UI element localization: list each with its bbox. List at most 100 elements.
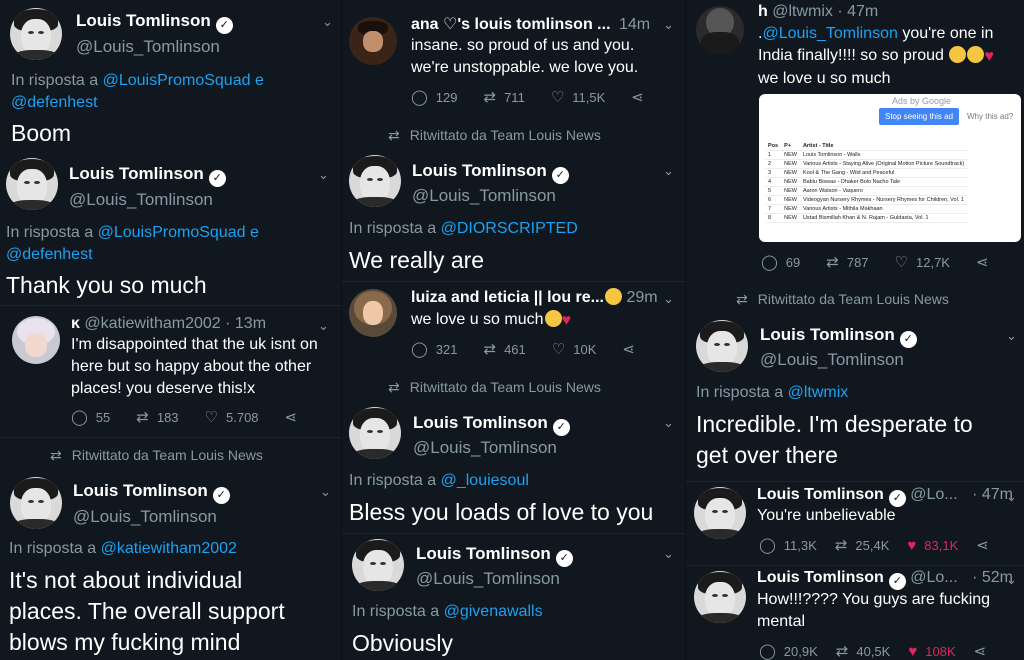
stop-seeing-ad-button[interactable]: Stop seeing this ad (879, 108, 960, 125)
retweet-button[interactable]: ⇄ 787 (826, 253, 868, 271)
avatar[interactable] (352, 539, 404, 591)
tweet-fan-h[interactable]: h @ltwmix · 47m .@Louis_Tomlinson you're… (686, 0, 1024, 282)
chevron-down-icon[interactable]: ⌄ (663, 291, 674, 307)
author-handle[interactable]: @Lo... (910, 486, 957, 503)
reply-link[interactable]: @defenhest (11, 94, 98, 111)
author-handle[interactable]: @Louis_Tomlinson (76, 37, 220, 57)
chevron-down-icon[interactable]: ⌄ (663, 415, 674, 431)
avatar[interactable] (349, 155, 401, 207)
reply-button[interactable]: ◯ 55 (71, 408, 110, 426)
tweet-not-individual[interactable]: Louis Tomlinson ✓ @Louis_Tomlinson ⌄ In r… (0, 474, 341, 660)
author-name[interactable]: luiza and leticia || lou re... (411, 289, 604, 306)
avatar[interactable] (12, 316, 60, 364)
author-handle[interactable]: @Louis_Tomlinson (416, 569, 560, 589)
tweet-fan-katie[interactable]: ĸ @katiewitham2002 · 13m ⌄ I'm disappoin… (0, 306, 341, 436)
chevron-down-icon[interactable]: ⌄ (318, 318, 329, 334)
avatar[interactable] (10, 477, 62, 529)
author-handle[interactable]: @Louis_Tomlinson (760, 350, 904, 370)
tweet-incredible[interactable]: Louis Tomlinson ✓ @Louis_Tomlinson ⌄ In r… (686, 316, 1024, 481)
author-name[interactable]: Louis Tomlinson (757, 486, 884, 503)
tweet-fan-luiza[interactable]: luiza and leticia || lou re... 29m ⌄ we … (342, 282, 685, 372)
tweet-thank-you[interactable]: Louis Tomlinson ✓ @Louis_Tomlinson ⌄ In r… (0, 155, 341, 305)
retweet-button[interactable]: ⇄ 711 (484, 88, 525, 106)
chevron-down-icon[interactable]: ⌄ (1006, 328, 1017, 344)
mention-link[interactable]: @Louis_Tomlinson (762, 25, 897, 42)
reply-link[interactable]: @DIORSCRIPTED (441, 220, 578, 237)
author-name[interactable]: Louis Tomlinson ✓ (76, 11, 233, 34)
tweet-unbelievable[interactable]: Louis Tomlinson ✓ @Lo... · 47m ⌄ You're u… (686, 482, 1024, 564)
chevron-down-icon[interactable]: ⌄ (322, 14, 333, 30)
like-button[interactable]: ♥ 108K (908, 643, 955, 660)
author-name[interactable]: Louis Tomlinson ✓ (413, 413, 570, 436)
share-button[interactable]: ⋖ (976, 536, 997, 554)
tweet-we-really-are[interactable]: Louis Tomlinson ✓ @Louis_Tomlinson ⌄ In r… (342, 151, 685, 281)
reply-button[interactable]: ◯ 69 (761, 253, 800, 271)
tweet-mental[interactable]: Louis Tomlinson ✓ @Lo... · 52m ⌄ How!!!??… (686, 566, 1024, 660)
tweet-fan-ana[interactable]: ana ♡'s louis tomlinson ... 14m ⌄ insane… (342, 0, 685, 122)
retweeted-by[interactable]: ⇄ Ritwittato da Team Louis News (388, 379, 601, 396)
reply-link[interactable]: @_louiesoul (441, 472, 529, 489)
author-name[interactable]: Louis Tomlinson ✓ (416, 544, 573, 567)
retweeted-by[interactable]: ⇄ Ritwittato da Team Louis News (736, 291, 949, 308)
like-button[interactable]: ♡ 10K (552, 340, 597, 358)
share-button[interactable]: ⋖ (974, 642, 995, 660)
reply-button[interactable]: ◯ 321 (411, 340, 458, 358)
avatar[interactable] (694, 487, 746, 539)
retweet-button[interactable]: ⇄ 183 (136, 408, 178, 426)
author-name[interactable]: Louis Tomlinson ✓ (412, 161, 569, 184)
retweet-button[interactable]: ⇄ 461 (484, 340, 526, 358)
avatar[interactable] (694, 571, 746, 623)
reply-button[interactable]: ◯ 20,9K (759, 642, 818, 660)
author-name[interactable]: Louis Tomlinson ✓ (73, 481, 230, 504)
chevron-down-icon[interactable]: ⌄ (318, 167, 329, 183)
author-handle[interactable]: @Lo... (910, 569, 957, 586)
share-button[interactable]: ⋖ (285, 408, 306, 426)
chevron-down-icon[interactable]: ⌄ (663, 163, 674, 179)
like-button[interactable]: ♡ 11,5K (551, 88, 605, 106)
reply-link[interactable]: @LouisPromoSquad e (98, 224, 259, 241)
share-button[interactable]: ⋖ (631, 88, 652, 106)
retweeted-by[interactable]: ⇄ Ritwittato da Team Louis News (50, 447, 263, 464)
like-button[interactable]: ♡ 5.708 (205, 408, 259, 426)
like-button[interactable]: ♡ 12,7K (895, 253, 950, 271)
author-name[interactable]: h (758, 3, 768, 20)
avatar[interactable] (349, 407, 401, 459)
author-name[interactable]: Louis Tomlinson ✓ (760, 325, 917, 348)
chevron-down-icon[interactable]: ⌄ (1006, 572, 1017, 588)
avatar[interactable] (10, 8, 62, 60)
author-name[interactable]: ĸ (71, 315, 80, 332)
reply-link[interactable]: @givenawalls (444, 603, 543, 620)
like-button[interactable]: ♥ 83,1K (907, 537, 958, 554)
author-name[interactable]: ana ♡'s louis tomlinson ... (411, 16, 611, 33)
retweet-button[interactable]: ⇄ 40,5K (836, 642, 891, 660)
reply-link[interactable]: @katiewitham2002 (101, 540, 237, 557)
tweet-time[interactable]: 29m (626, 289, 657, 306)
chevron-down-icon[interactable]: ⌄ (663, 17, 674, 33)
author-handle[interactable]: @Louis_Tomlinson (412, 186, 556, 206)
why-this-ad-link[interactable]: Why this ad? (967, 112, 1013, 121)
avatar[interactable] (349, 289, 397, 337)
author-name[interactable]: Louis Tomlinson ✓ (69, 164, 226, 187)
avatar[interactable] (349, 17, 397, 65)
author-handle[interactable]: @Louis_Tomlinson (69, 190, 213, 210)
author-handle[interactable]: @Louis_Tomlinson (73, 507, 217, 527)
avatar[interactable] (6, 158, 58, 210)
handle-time[interactable]: @ltwmix · 47m (772, 3, 878, 20)
author-handle[interactable]: @Louis_Tomlinson (413, 438, 557, 458)
avatar[interactable] (696, 6, 744, 54)
ad-card[interactable]: Ads by Google Stop seeing this ad Why th… (759, 94, 1021, 242)
retweet-button[interactable]: ⇄ 25,4K (835, 536, 890, 554)
reply-button[interactable]: ◯ 11,3K (759, 536, 817, 554)
reply-link[interactable]: @ltwmix (788, 384, 849, 401)
reply-link[interactable]: @LouisPromoSquad e (103, 72, 264, 89)
tweet-bless-you[interactable]: Louis Tomlinson ✓ @Louis_Tomlinson ⌄ In r… (342, 403, 685, 533)
share-button[interactable]: ⋖ (976, 253, 997, 271)
handle-time[interactable]: @katiewitham2002 · 13m (84, 315, 266, 332)
author-name[interactable]: Louis Tomlinson (757, 569, 884, 586)
retweeted-by[interactable]: ⇄ Ritwittato da Team Louis News (388, 127, 601, 144)
reply-button[interactable]: ◯ 129 (411, 88, 458, 106)
tweet-boom[interactable]: Louis Tomlinson ✓ @Louis_Tomlinson ⌄ In r… (0, 0, 341, 155)
reply-link[interactable]: @defenhest (6, 246, 93, 263)
tweet-obviously[interactable]: Louis Tomlinson ✓ @Louis_Tomlinson ⌄ In r… (342, 534, 685, 660)
share-button[interactable]: ⋖ (622, 340, 643, 358)
